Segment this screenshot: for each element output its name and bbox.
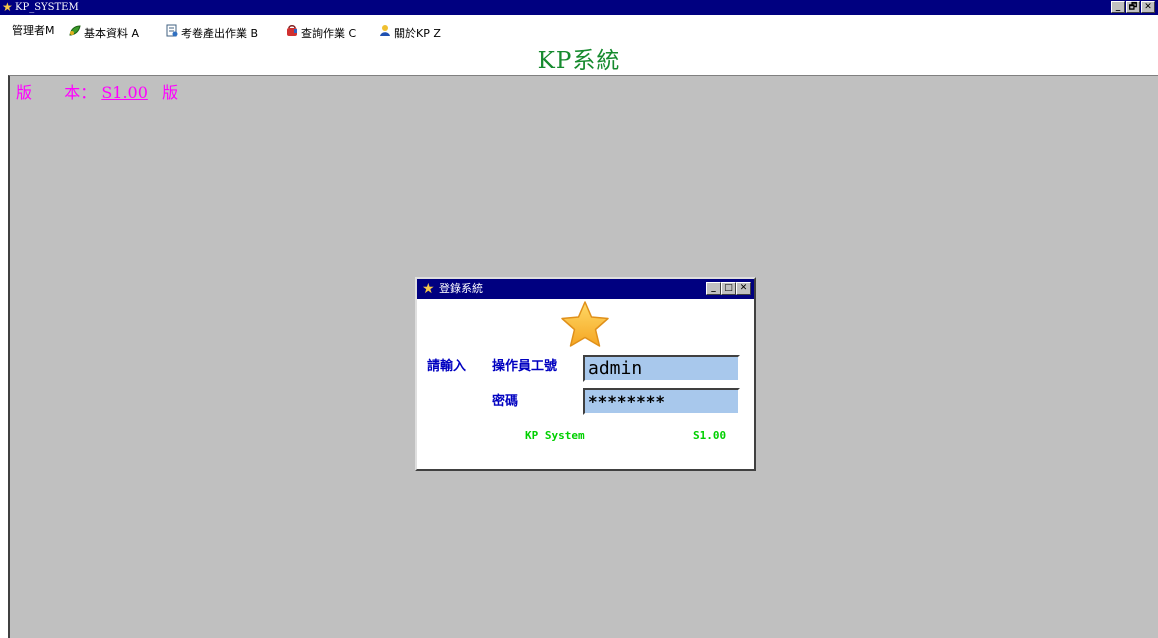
menu-basic-data-label: 基本資料 A [84, 27, 140, 40]
restore-button[interactable]: 🗗 [1126, 1, 1140, 13]
menu-about-label: 關於KP Z [394, 27, 441, 40]
menu-basic-data[interactable]: 基本資料 A [67, 24, 139, 41]
prompt-label: 請輸入 [427, 359, 467, 374]
operator-id-input[interactable] [583, 355, 740, 382]
menubar: 管理者M 基本資料 A 考卷產出作業 B 查詢作業 C 關於KP Z [0, 15, 1158, 45]
dialog-close-button[interactable]: ✕ [736, 282, 751, 295]
version-bar: 版 本： S1.00 版 [16, 83, 178, 103]
login-dialog-title: 登錄系統 [439, 282, 483, 295]
dialog-minimize-button[interactable]: _ [706, 282, 721, 295]
menu-query-label: 查詢作業 C [301, 27, 357, 40]
version-label-c: 版 [162, 83, 179, 102]
menu-about[interactable]: 關於KP Z [377, 24, 441, 41]
footer-system-name: KP System [525, 429, 585, 442]
app-heading: KP系統 [537, 48, 621, 74]
menu-admin[interactable]: 管理者M [12, 24, 55, 38]
bag-icon [284, 24, 299, 41]
info-figure-icon [377, 24, 392, 41]
window-controls: _ 🗗 ✕ [1111, 1, 1155, 13]
window-titlebar: ★ KP_SYSTEM _ 🗗 ✕ [0, 0, 1158, 15]
version-value: S1.00 [101, 83, 148, 102]
document-icon [164, 24, 179, 41]
menu-admin-label: 管理者M [12, 24, 55, 37]
menu-query[interactable]: 查詢作業 C [284, 24, 356, 41]
version-label-a: 版 [16, 83, 33, 102]
dialog-maximize-button[interactable]: □ [721, 282, 736, 295]
version-label-b: 本： [64, 83, 97, 102]
dialog-controls: _ □ ✕ [706, 282, 751, 295]
menu-exam-output[interactable]: 考卷產出作業 B [164, 24, 258, 41]
star-icon: ★ [422, 281, 435, 297]
operator-id-label: 操作員工號 [492, 359, 558, 374]
password-label: 密碼 [492, 394, 519, 409]
star-logo-icon [561, 301, 609, 347]
leaf-icon [67, 24, 82, 41]
password-input[interactable] [583, 388, 740, 415]
close-button[interactable]: ✕ [1141, 1, 1155, 13]
login-dialog: ★ 登錄系統 _ □ ✕ 請輸入 操作員工號 密碼 KP System S1.0… [415, 277, 756, 471]
footer-version: S1.00 [693, 429, 727, 442]
star-icon: ★ [2, 0, 13, 14]
window-title: KP_SYSTEM [15, 2, 79, 13]
login-dialog-titlebar: ★ 登錄系統 _ □ ✕ [417, 279, 754, 299]
minimize-button[interactable]: _ [1111, 1, 1125, 13]
menu-exam-output-label: 考卷產出作業 B [181, 27, 259, 40]
